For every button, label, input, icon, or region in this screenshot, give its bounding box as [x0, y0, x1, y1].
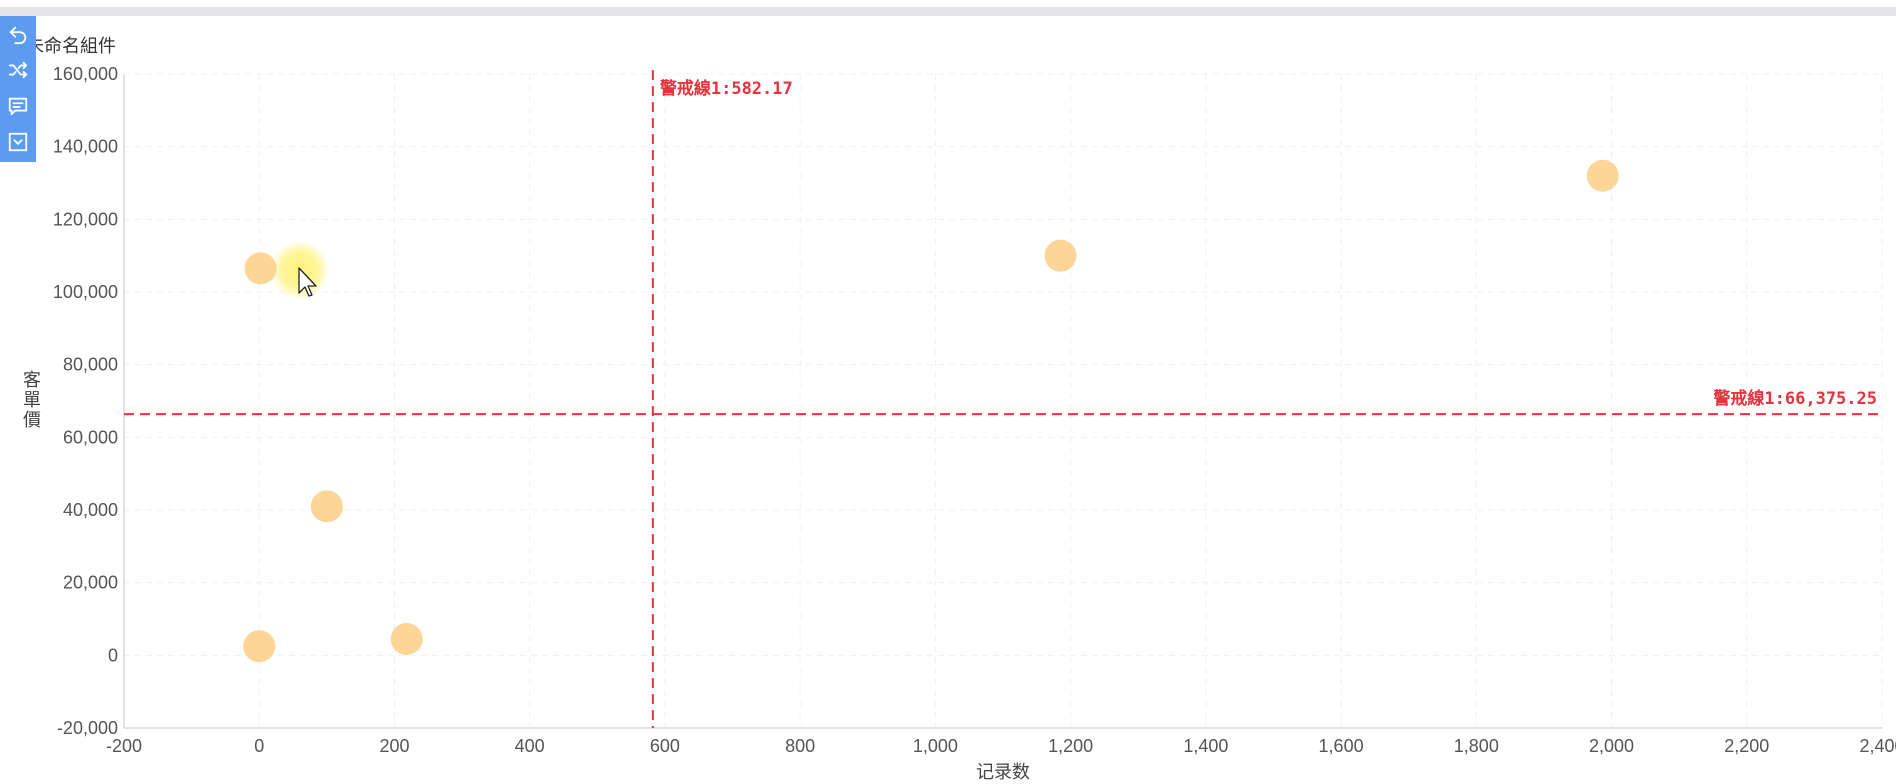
y-tick-label: 60,000: [63, 427, 118, 447]
x-tick-label: 1,800: [1454, 736, 1499, 756]
x-tick-label: 2,000: [1589, 736, 1634, 756]
scatter-point[interactable]: [390, 622, 423, 655]
x-tick-labels: -200 0 200 400 600 800 1,000 1,200 1,400 1,600 1,8…: [106, 736, 1896, 756]
collapse-icon: [8, 132, 28, 152]
warning-lines: 警戒線1:582.17 警戒線1:66,375.25: [124, 70, 1882, 728]
x-axis-title: 记录数: [976, 762, 1030, 783]
y-tick-label: 40,000: [63, 500, 118, 520]
comment-icon: [8, 97, 28, 116]
x-tick-label: 2,400: [1859, 736, 1896, 756]
data-points: [243, 159, 1619, 663]
x-tick-label: 2,200: [1724, 736, 1769, 756]
x-tick-label: 0: [254, 736, 264, 756]
y-tick-label: 20,000: [63, 573, 118, 593]
y-tick-label: 0: [108, 645, 118, 665]
y-tick-label: 100,000: [53, 282, 118, 302]
x-tick-label: 1,200: [1048, 736, 1093, 756]
y-axis-title: 客單價: [23, 370, 41, 431]
x-tick-label: 1,400: [1183, 736, 1228, 756]
collapse-button[interactable]: [0, 124, 36, 160]
scatter-point[interactable]: [243, 630, 276, 663]
x-tick-label: 200: [379, 736, 409, 756]
scatter-point[interactable]: [244, 252, 277, 285]
scatter-point[interactable]: [1044, 239, 1077, 272]
warning-label-y: 警戒線1:66,375.25: [1712, 388, 1877, 409]
scatter-point[interactable]: [1586, 159, 1619, 192]
shuffle-icon: [8, 61, 28, 79]
y-tick-label: 80,000: [63, 355, 118, 375]
y-tick-label: -20,000: [57, 718, 118, 738]
warning-label-x: 警戒線1:582.17: [659, 78, 793, 99]
x-tick-label: 600: [650, 736, 680, 756]
y-tick-labels: -20,000 0 20,000 40,000 60,000 80,000 100,000 1…: [53, 64, 118, 738]
scatter-point[interactable]: [310, 490, 343, 523]
undo-icon: [9, 26, 27, 45]
x-tick-label: 400: [515, 736, 545, 756]
x-tick-label: 1,000: [913, 736, 958, 756]
y-tick-label: 140,000: [53, 137, 118, 157]
x-tick-label: -200: [106, 736, 142, 756]
undo-button[interactable]: [0, 16, 36, 52]
side-toolbar: [0, 16, 36, 162]
y-tick-label: 160,000: [53, 64, 118, 84]
comment-button[interactable]: [0, 88, 36, 124]
y-tick-label: 120,000: [53, 209, 118, 229]
shuffle-button[interactable]: [0, 52, 36, 88]
x-tick-label: 1,600: [1319, 736, 1364, 756]
scatter-chart: -200 0 200 400 600 800 1,000 1,200 1,400 1,600 1,8…: [23, 64, 1896, 783]
x-tick-label: 800: [785, 736, 815, 756]
